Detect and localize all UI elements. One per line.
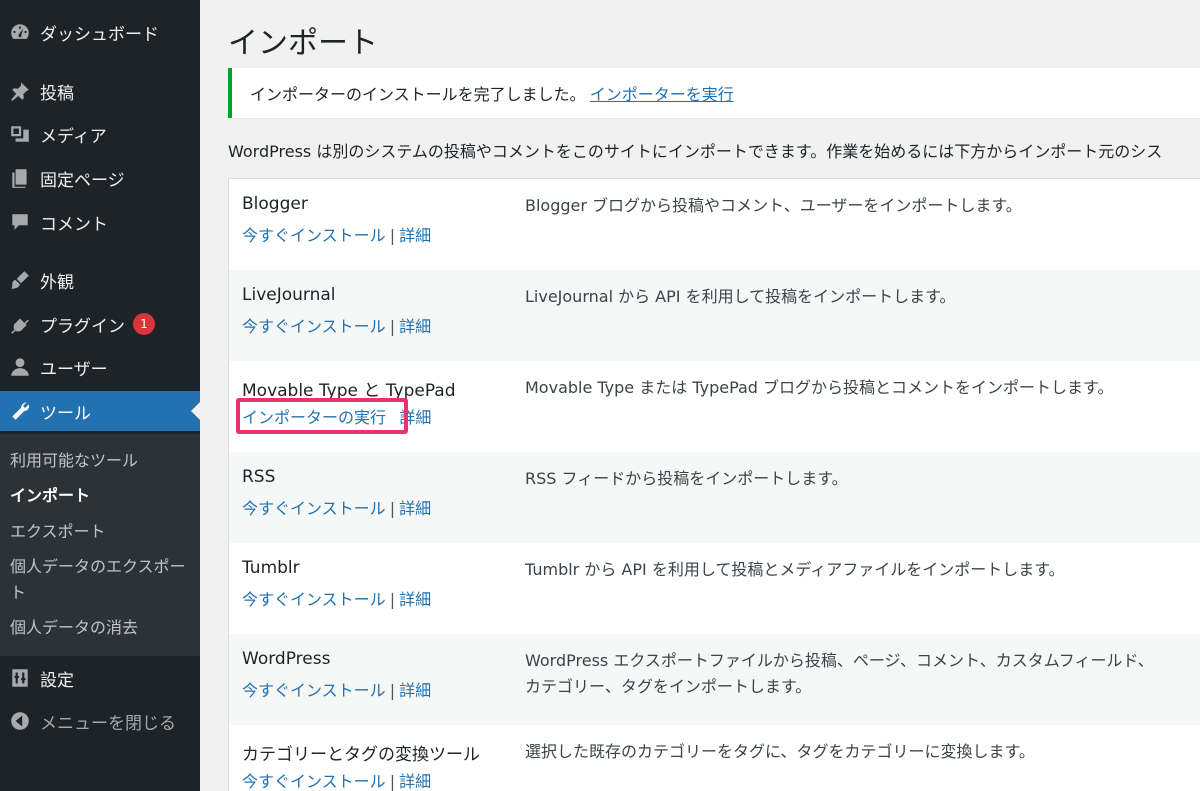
importer-name: Tumblr [242,558,300,578]
details-link[interactable]: 詳細 [399,226,431,245]
details-link[interactable]: 詳細 [399,590,431,609]
importer-description: RSS フィードから投稿をインポートします。 [525,469,848,488]
menu-label: メニューを閉じる [40,713,176,734]
details-link[interactable]: 詳細 [399,499,431,518]
separator: | [389,590,396,609]
collapse-icon [0,701,40,741]
submenu-available-tools[interactable]: 利用可能なツール [10,448,195,474]
separator: | [389,772,396,791]
details-link[interactable]: 詳細 [399,317,431,336]
importer-description: LiveJournal から API を利用して投稿をインポートします。 [525,287,956,306]
importer-description: Blogger ブログから投稿やコメント、ユーザーをインポートします。 [525,196,1022,215]
submenu-erase-personal-data[interactable]: 個人データの消去 [10,615,195,641]
menu-comments[interactable]: コメント [0,202,200,242]
menu-label: ダッシュボード [40,24,159,45]
submenu-import[interactable]: インポート [10,483,195,509]
page-title: インポート [228,26,378,61]
tools-submenu: 利用可能なツール インポート エクスポート 個人データのエクスポート 個人データ… [0,434,200,656]
submenu-export-personal-data[interactable]: 個人データのエクスポート [10,554,195,606]
settings-icon [0,658,40,698]
menu-label: コメント [40,214,108,235]
menu-label: 設定 [40,670,74,691]
menu-collapse[interactable]: メニューを閉じる [0,701,200,741]
install-now-link[interactable]: 今すぐインストール [242,681,386,700]
user-icon [0,347,40,387]
separator: | [389,226,396,245]
importer-actions: 今すぐインストール | 詳細 [242,495,431,519]
menu-label: ツール [40,403,91,424]
importer-row-category-tag-converter: カテゴリーとタグの変換ツール 今すぐインストール | 詳細 選択した既存のカテゴリー… [229,725,1200,791]
importer-name: カテゴリーとタグの変換ツール [242,745,480,765]
admin-sidebar: ダッシュボード 投稿 メディア 固定ページ コメント 外観 プラグイン 1 ユー… [0,0,200,791]
separator: | [389,499,396,518]
importer-description: WordPress エクスポートファイルから投稿、ページ、コメント、カスタムフィ… [525,651,1154,696]
menu-appearance[interactable]: 外観 [0,260,200,300]
importer-name: Blogger [242,194,308,214]
separator: | [389,317,396,336]
menu-tools[interactable]: ツール [0,391,200,431]
menu-label: 固定ページ [40,170,125,191]
media-icon [0,114,40,154]
menu-dashboard[interactable]: ダッシュボード [0,12,200,52]
importer-actions: 今すぐインストール | 詳細 [242,586,431,610]
highlighted-action: インポーターの実行 [236,398,408,434]
importer-row-movabletype: Movable Type と TypePad インポーターの実行 |詳細 Mov… [229,361,1200,452]
importer-row-tumblr: Tumblr 今すぐインストール | 詳細 Tumblr から API を利用して投… [229,543,1200,634]
importer-description: Movable Type または TypePad ブログから投稿とコメントをイン… [525,378,1114,397]
importer-actions: 今すぐインストール | 詳細 [242,222,431,246]
notice-text: インポーターのインストールを完了しました。 [250,85,586,104]
menu-label: 外観 [40,272,74,293]
importer-actions: 今すぐインストール | 詳細 [242,313,431,337]
importer-name: RSS [242,467,276,487]
importer-row-blogger: Blogger 今すぐインストール | 詳細 Blogger ブログから投稿やコメン… [229,179,1200,270]
importer-row-wordpress: WordPress 今すぐインストール | 詳細 WordPress エクスポートフ… [229,634,1200,725]
importer-row-rss: RSS 今すぐインストール | 詳細 RSS フィードから投稿をインポートします。 [229,452,1200,543]
menu-media[interactable]: メディア [0,114,200,154]
install-now-link[interactable]: 今すぐインストール [242,590,386,609]
install-now-link[interactable]: 今すぐインストール [242,499,386,518]
details-link[interactable]: 詳細 [399,681,431,700]
importer-actions: インポーターの実行 |詳細 [236,398,431,434]
wrench-icon [0,391,40,431]
importer-description: Tumblr から API を利用して投稿とメディアファイルをインポートします。 [525,560,1065,579]
menu-label: 投稿 [40,83,74,104]
importer-row-livejournal: LiveJournal 今すぐインストール | 詳細 LiveJournal から … [229,270,1200,361]
menu-posts[interactable]: 投稿 [0,71,200,111]
submenu-export[interactable]: エクスポート [10,519,195,545]
menu-pages[interactable]: 固定ページ [0,158,200,198]
install-now-link[interactable]: 今すぐインストール [242,772,386,791]
importer-name: WordPress [242,649,331,669]
menu-settings[interactable]: 設定 [0,658,200,698]
menu-users[interactable]: ユーザー [0,347,200,387]
importer-actions: 今すぐインストール | 詳細 [242,677,431,701]
intro-text: WordPress は別のシステムの投稿やコメントをこのサイトにインポートできま… [228,142,1163,161]
run-importer-link[interactable]: インポーターを実行 [590,81,734,105]
pin-icon [0,71,40,111]
current-menu-arrow [191,402,200,420]
menu-label: プラグイン [40,316,125,337]
importer-name: LiveJournal [242,285,336,305]
plugin-icon [0,304,40,344]
comment-icon [0,202,40,242]
menu-label: メディア [40,126,107,147]
success-notice: インポーターのインストールを完了しました。 インポーターを実行 [228,68,1200,118]
brush-icon [0,260,40,300]
main-content: インポート インポーターのインストールを完了しました。 インポーターを実行 Wo… [200,0,1200,791]
importers-table: Blogger 今すぐインストール | 詳細 Blogger ブログから投稿やコメン… [228,178,1200,791]
highlight-box [236,398,408,434]
install-now-link[interactable]: 今すぐインストール [242,317,386,336]
menu-label: ユーザー [40,359,108,380]
dashboard-icon [0,12,40,52]
separator: | [389,681,396,700]
update-count-badge: 1 [133,313,155,335]
importer-actions: 今すぐインストール | 詳細 [242,768,431,791]
details-link[interactable]: 詳細 [399,772,431,791]
page-icon [0,158,40,198]
install-now-link[interactable]: 今すぐインストール [242,226,386,245]
menu-plugins[interactable]: プラグイン 1 [0,304,200,344]
importer-description: 選択した既存のカテゴリーをタグに、タグをカテゴリーに変換します。 [525,742,1035,761]
